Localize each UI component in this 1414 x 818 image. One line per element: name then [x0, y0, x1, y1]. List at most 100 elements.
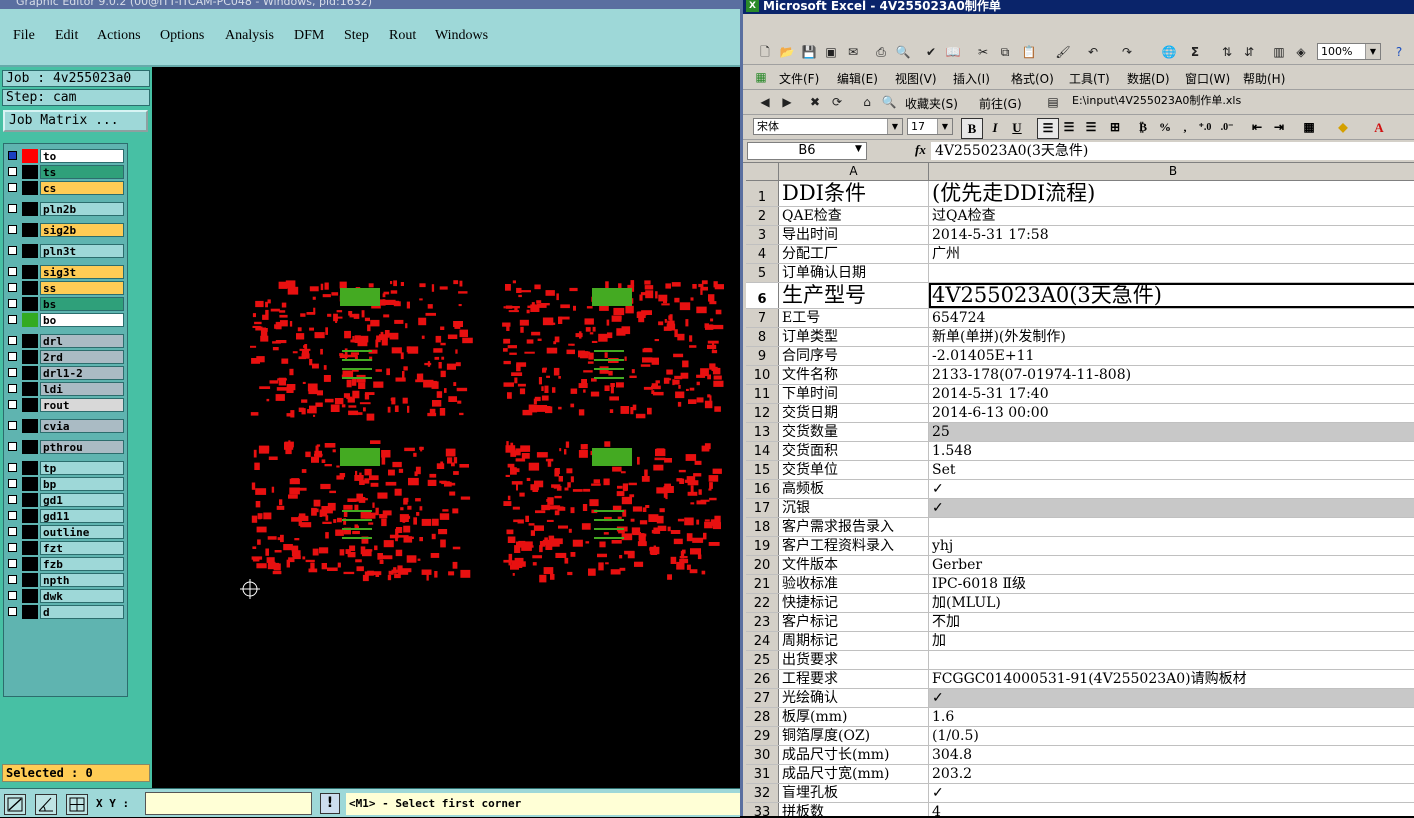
cell-a[interactable]: 生产型号: [779, 283, 929, 308]
layer-checkbox[interactable]: [8, 479, 17, 488]
row-header[interactable]: 17: [746, 499, 779, 517]
cell-a[interactable]: 高频板: [779, 480, 929, 498]
layer-color-swatch[interactable]: [22, 440, 38, 454]
row-header[interactable]: 3: [746, 226, 779, 244]
layer-checkbox[interactable]: [8, 368, 17, 377]
excel-menu-item[interactable]: 数据(D): [1127, 70, 1170, 87]
autosum-icon[interactable]: Σ: [1187, 44, 1203, 60]
excel-menu-item[interactable]: 格式(O): [1011, 70, 1054, 87]
layer-row[interactable]: gd11: [4, 508, 127, 524]
cell-a[interactable]: DDI条件: [779, 181, 929, 206]
cell-b[interactable]: 2014-6-13 00:00: [929, 404, 1414, 422]
print-icon[interactable]: ⎙: [873, 44, 889, 60]
merge-center-button[interactable]: ⊞: [1105, 118, 1125, 137]
layer-name[interactable]: ss: [40, 281, 124, 295]
layer-checkbox[interactable]: [8, 591, 17, 600]
cell-a[interactable]: 光绘确认: [779, 689, 929, 707]
layer-name[interactable]: tp: [40, 461, 124, 475]
xy-coordinate-input[interactable]: [145, 792, 312, 815]
workbook-icon[interactable]: ▦: [753, 69, 769, 85]
row-header[interactable]: 8: [746, 328, 779, 346]
layer-color-swatch[interactable]: [22, 350, 38, 364]
cell-b[interactable]: 654724: [929, 309, 1414, 327]
cell-b[interactable]: 2133-178(07-01974-11-808): [929, 366, 1414, 384]
cell-a[interactable]: 下单时间: [779, 385, 929, 403]
layer-checkbox[interactable]: [8, 607, 17, 616]
cell-b[interactable]: [929, 264, 1414, 282]
layer-checkbox[interactable]: [8, 575, 17, 584]
open-folder-icon[interactable]: 📂: [779, 44, 795, 60]
drawing-icon[interactable]: ◈: [1293, 44, 1309, 60]
cell-a[interactable]: 交货单位: [779, 461, 929, 479]
layer-color-swatch[interactable]: [22, 313, 38, 327]
layer-row[interactable]: cvia: [4, 418, 127, 434]
cell-a[interactable]: 导出时间: [779, 226, 929, 244]
back-icon[interactable]: ◀: [757, 94, 773, 110]
layer-checkbox[interactable]: [8, 559, 17, 568]
layer-row[interactable]: tp: [4, 460, 127, 476]
layer-color-swatch[interactable]: [22, 223, 38, 237]
editor-menu-step[interactable]: Step: [344, 28, 369, 44]
row-header[interactable]: 16: [746, 480, 779, 498]
row-header[interactable]: 30: [746, 746, 779, 764]
layer-row[interactable]: fzt: [4, 540, 127, 556]
layer-name[interactable]: rout: [40, 398, 124, 412]
excel-menu-item[interactable]: 插入(I): [953, 70, 990, 87]
function-icon[interactable]: fx: [915, 142, 926, 158]
favorites-menu[interactable]: 收藏夹(S): [905, 95, 958, 112]
row-header[interactable]: 21: [746, 575, 779, 593]
cell-b[interactable]: 4V255023A0(3天急件): [929, 283, 1414, 308]
grid-snap-button[interactable]: [66, 794, 88, 815]
cell-a[interactable]: 成品尺寸宽(mm): [779, 765, 929, 783]
row-header[interactable]: 26: [746, 670, 779, 688]
cell-b[interactable]: 203.2: [929, 765, 1414, 783]
print-preview-icon[interactable]: 🔍: [895, 44, 911, 60]
row-header[interactable]: 12: [746, 404, 779, 422]
cell-b[interactable]: IPC-6018 Ⅱ级: [929, 575, 1414, 593]
row-header[interactable]: 22: [746, 594, 779, 612]
layer-name[interactable]: bs: [40, 297, 124, 311]
layer-checkbox[interactable]: [8, 495, 17, 504]
research-icon[interactable]: 📖: [945, 44, 961, 60]
sort-descending-icon[interactable]: ⇵: [1241, 44, 1257, 60]
show-only-web-toolbar-icon[interactable]: ▤: [1045, 94, 1061, 110]
cell-b[interactable]: (1/0.5): [929, 727, 1414, 745]
editor-menu-dfm[interactable]: DFM: [294, 28, 324, 44]
layer-name[interactable]: fzt: [40, 541, 124, 555]
goto-menu[interactable]: 前往(G): [979, 95, 1022, 112]
excel-menu-item[interactable]: 视图(V): [895, 70, 937, 87]
layer-color-swatch[interactable]: [22, 605, 38, 619]
layer-row[interactable]: outline: [4, 524, 127, 540]
layer-checkbox[interactable]: [8, 463, 17, 472]
layer-color-swatch[interactable]: [22, 477, 38, 491]
layer-color-swatch[interactable]: [22, 334, 38, 348]
zoom-dropdown[interactable]: 100% ▼: [1317, 43, 1381, 60]
layer-name[interactable]: fzb: [40, 557, 124, 571]
cell-b[interactable]: [929, 651, 1414, 669]
layer-row[interactable]: drl1-2: [4, 365, 127, 381]
row-header[interactable]: 15: [746, 461, 779, 479]
cell-b[interactable]: 广州: [929, 245, 1414, 263]
refresh-icon[interactable]: ⟳: [829, 94, 845, 110]
cell-a[interactable]: 板厚(mm): [779, 708, 929, 726]
cell-a[interactable]: 客户标记: [779, 613, 929, 631]
layer-name[interactable]: drl: [40, 334, 124, 348]
cell-a[interactable]: 出货要求: [779, 651, 929, 669]
copy-icon[interactable]: ⧉: [997, 44, 1013, 60]
increase-decimal-icon[interactable]: ⁺.0: [1195, 118, 1215, 137]
cell-b[interactable]: -2.01405E+11: [929, 347, 1414, 365]
currency-icon[interactable]: ₿: [1133, 118, 1153, 137]
layer-name[interactable]: npth: [40, 573, 124, 587]
formula-input[interactable]: 4V255023A0(3天急件): [931, 142, 1414, 160]
cell-b[interactable]: 1.548: [929, 442, 1414, 460]
cell-a[interactable]: 拼板数: [779, 803, 929, 816]
row-header[interactable]: 27: [746, 689, 779, 707]
layer-checkbox[interactable]: [8, 384, 17, 393]
layer-color-swatch[interactable]: [22, 382, 38, 396]
layer-color-swatch[interactable]: [22, 419, 38, 433]
cell-a[interactable]: 快捷标记: [779, 594, 929, 612]
cell-b[interactable]: Set: [929, 461, 1414, 479]
cell-b[interactable]: 2014-5-31 17:40: [929, 385, 1414, 403]
layer-checkbox[interactable]: [8, 204, 17, 213]
percent-icon[interactable]: %: [1155, 118, 1175, 137]
